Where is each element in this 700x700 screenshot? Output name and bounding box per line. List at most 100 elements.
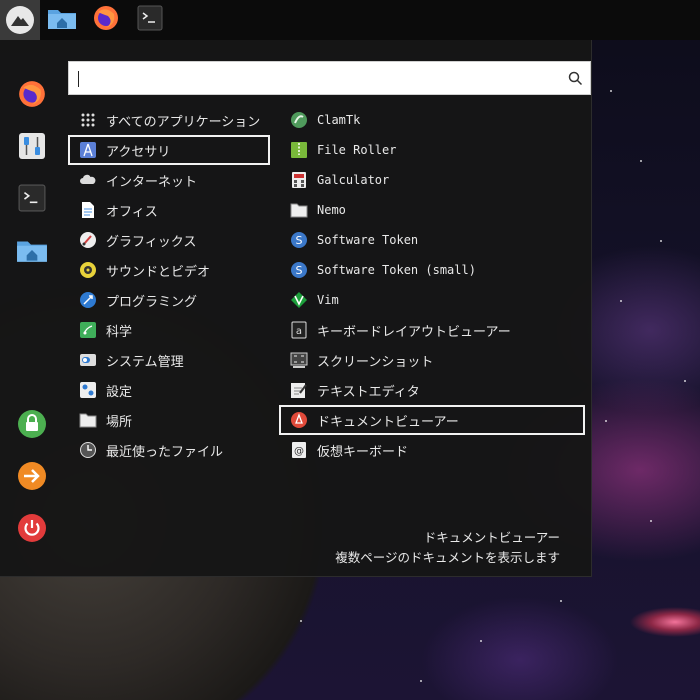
category-item[interactable]: オフィス bbox=[68, 195, 270, 225]
system-icon bbox=[78, 350, 98, 370]
preferences-icon bbox=[78, 380, 98, 400]
search-input[interactable] bbox=[69, 62, 560, 94]
app-item-label: ドキュメントビューアー bbox=[317, 414, 459, 430]
application-menu: すべてのアプリケーション アクセサリインターネット オフィスグラフィックス サウンドと… bbox=[0, 40, 592, 577]
media-icon bbox=[78, 260, 98, 280]
app-item[interactable]: ClamTk bbox=[279, 105, 585, 135]
app-item-label: Galculator bbox=[317, 173, 390, 187]
taskbar-firefox[interactable] bbox=[84, 0, 128, 40]
power-icon bbox=[17, 513, 47, 547]
category-item[interactable]: システム管理 bbox=[68, 345, 270, 375]
text-editor-icon bbox=[289, 380, 309, 400]
favorite-terminal[interactable] bbox=[16, 184, 48, 216]
app-item[interactable]: Galculator bbox=[279, 165, 585, 195]
shutdown-button[interactable] bbox=[16, 514, 48, 546]
token-icon: S bbox=[289, 230, 309, 250]
terminal-icon bbox=[18, 184, 46, 216]
taskbar-home-folder[interactable] bbox=[40, 0, 84, 40]
logout-icon bbox=[17, 461, 47, 495]
category-item-label: グラフィックス bbox=[106, 234, 197, 250]
app-item-label: File Roller bbox=[317, 143, 397, 157]
category-item-label: オフィス bbox=[106, 204, 158, 220]
category-item-label: 最近使ったファイル bbox=[106, 444, 224, 460]
clamtk-icon bbox=[289, 110, 309, 130]
category-item-label: サウンドとビデオ bbox=[106, 264, 211, 280]
top-panel bbox=[0, 0, 700, 40]
application-list: ClamTk File Roller Galculator Nemo S Software… bbox=[279, 105, 585, 465]
category-item[interactable]: アクセサリ bbox=[68, 135, 270, 165]
programming-icon bbox=[78, 290, 98, 310]
category-item[interactable]: 場所 bbox=[68, 405, 270, 435]
app-item[interactable]: @ 仮想キーボード bbox=[279, 435, 585, 465]
cloud-icon bbox=[78, 170, 98, 190]
category-item-label: アクセサリ bbox=[106, 144, 171, 160]
app-item[interactable]: File Roller bbox=[279, 135, 585, 165]
svg-text:a: a bbox=[296, 326, 302, 337]
category-item-label: インターネット bbox=[106, 174, 198, 190]
app-item[interactable]: Nemo bbox=[279, 195, 585, 225]
svg-text:S: S bbox=[296, 264, 303, 277]
app-item-label: Vim bbox=[317, 293, 339, 307]
app-item[interactable]: ドキュメントビューアー bbox=[279, 405, 585, 435]
app-item[interactable]: スクリーンショット bbox=[279, 345, 585, 375]
category-item-label: 場所 bbox=[106, 414, 133, 430]
category-list: すべてのアプリケーション アクセサリインターネット オフィスグラフィックス サウンドと… bbox=[68, 105, 270, 465]
app-item[interactable]: テキストエディタ bbox=[279, 375, 585, 405]
app-item[interactable]: a キーボードレイアウトビューアー bbox=[279, 315, 585, 345]
category-item[interactable]: 最近使ったファイル bbox=[68, 435, 270, 465]
firefox-icon bbox=[92, 4, 120, 36]
category-item[interactable]: すべてのアプリケーション bbox=[68, 105, 270, 135]
favorite-firefox[interactable] bbox=[16, 80, 48, 112]
app-item[interactable]: Vim bbox=[279, 285, 585, 315]
settings-icon bbox=[18, 132, 46, 164]
lock-icon bbox=[17, 409, 47, 443]
favorite-home-folder[interactable] bbox=[16, 236, 48, 268]
app-item-label: ClamTk bbox=[317, 113, 361, 127]
category-item-label: 科学 bbox=[106, 324, 133, 340]
lock-screen-button[interactable] bbox=[16, 410, 48, 442]
science-icon bbox=[78, 320, 98, 340]
category-item[interactable]: サウンドとビデオ bbox=[68, 255, 270, 285]
calculator-icon bbox=[289, 170, 309, 190]
svg-text:S: S bbox=[296, 234, 303, 247]
keyboard-layout-icon: a bbox=[289, 320, 309, 340]
folder-icon bbox=[78, 410, 98, 430]
logout-button[interactable] bbox=[16, 462, 48, 494]
vim-icon bbox=[289, 290, 309, 310]
app-item-label: テキストエディタ bbox=[317, 384, 420, 400]
folder-icon bbox=[289, 200, 309, 220]
category-item[interactable]: 設定 bbox=[68, 375, 270, 405]
pdf-icon bbox=[289, 410, 309, 430]
category-item[interactable]: インターネット bbox=[68, 165, 270, 195]
app-description: ドキュメントビューアー 複数ページのドキュメントを表示します bbox=[335, 528, 560, 568]
onscreen-keyboard-icon: @ bbox=[289, 440, 309, 460]
app-item[interactable]: S Software Token (small) bbox=[279, 255, 585, 285]
category-item-label: システム管理 bbox=[106, 354, 184, 370]
category-item[interactable]: 科学 bbox=[68, 315, 270, 345]
category-item-label: プログラミング bbox=[106, 294, 198, 310]
app-item-label: スクリーンショット bbox=[317, 354, 434, 370]
favorite-settings[interactable] bbox=[16, 132, 48, 164]
document-icon bbox=[78, 200, 98, 220]
app-menu-button[interactable] bbox=[0, 0, 40, 40]
svg-text:@: @ bbox=[294, 446, 304, 457]
archive-icon bbox=[289, 140, 309, 160]
description-title: ドキュメントビューアー bbox=[423, 530, 560, 545]
app-item-label: Software Token (small) bbox=[317, 263, 476, 277]
category-item[interactable]: グラフィックス bbox=[68, 225, 270, 255]
terminal-icon bbox=[137, 5, 163, 35]
text-cursor bbox=[78, 71, 79, 87]
taskbar-terminal[interactable] bbox=[128, 0, 172, 40]
search-icon[interactable] bbox=[560, 62, 590, 94]
category-item-label: すべてのアプリケーション bbox=[106, 114, 261, 130]
category-item[interactable]: プログラミング bbox=[68, 285, 270, 315]
home-folder-icon bbox=[16, 237, 48, 267]
graphics-icon bbox=[78, 230, 98, 250]
app-item-label: 仮想キーボード bbox=[317, 444, 409, 460]
app-item-label: Nemo bbox=[317, 203, 346, 217]
app-item[interactable]: S Software Token bbox=[279, 225, 585, 255]
mountain-logo-icon bbox=[6, 6, 34, 34]
grid-icon bbox=[78, 110, 98, 130]
app-item-label: Software Token bbox=[317, 233, 419, 247]
screenshot-icon bbox=[289, 350, 309, 370]
